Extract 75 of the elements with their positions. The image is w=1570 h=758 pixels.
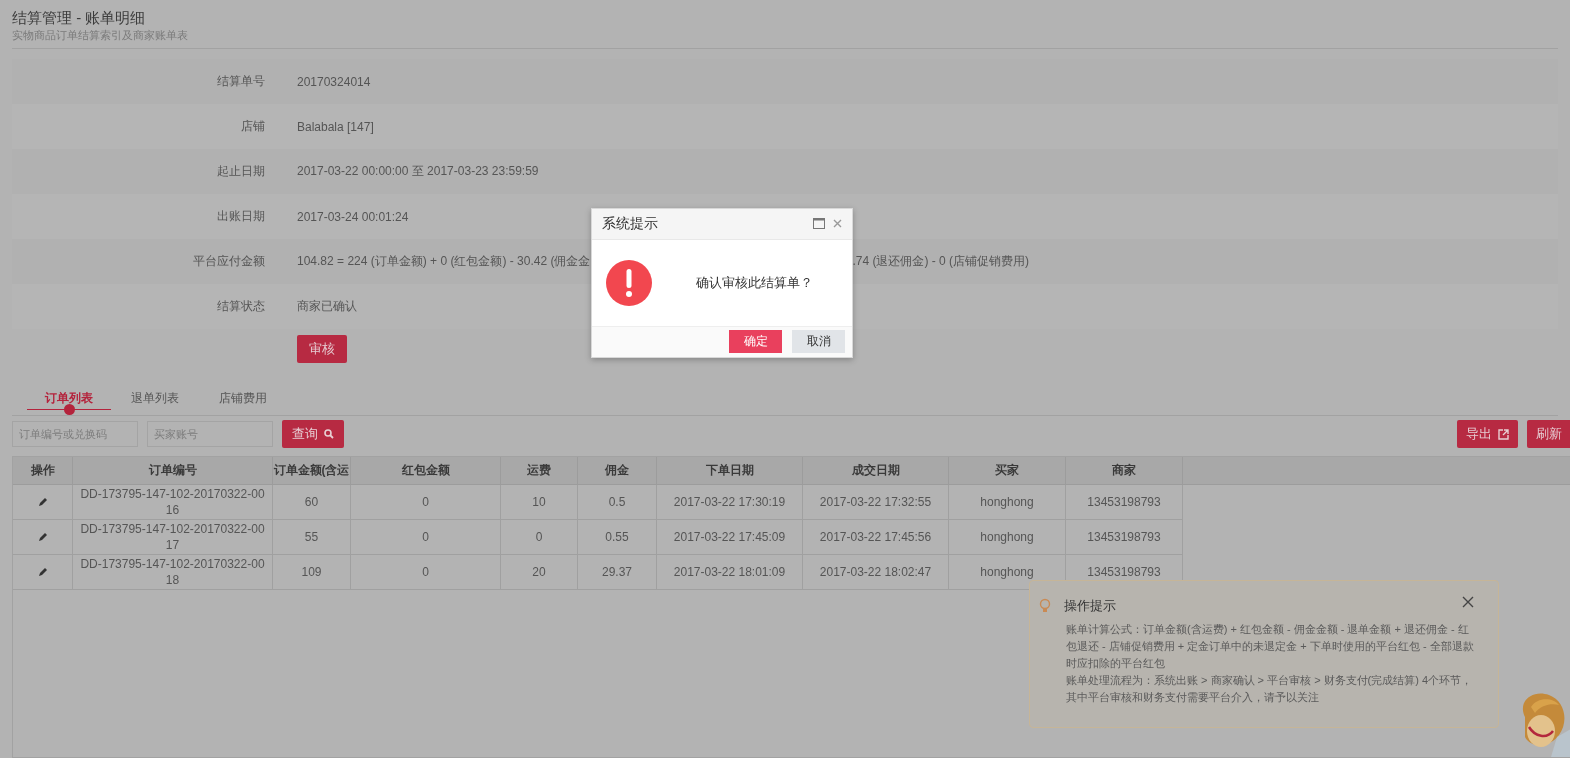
edit-icon[interactable] xyxy=(37,532,48,542)
table-cell: honghong xyxy=(980,530,1034,544)
field-value: 2017-03-22 00:00:00 至 2017-03-23 23:59:59 xyxy=(297,163,539,180)
table-cell: 109 xyxy=(301,565,322,579)
table-cell: 2017-03-22 18:02:47 xyxy=(819,565,932,579)
field-label: 平台应付金额 xyxy=(192,253,266,270)
column-header: 买家 xyxy=(949,457,1066,484)
table-cell: 2017-03-22 17:45:56 xyxy=(819,530,932,544)
column-header: 订单编号 xyxy=(73,457,273,484)
table-cell: 13453198793 xyxy=(1087,565,1161,579)
table-cell: 0 xyxy=(422,530,429,544)
tips-title: 操作提示 xyxy=(1064,597,1116,615)
tab[interactable]: 店铺费用 xyxy=(199,389,287,415)
table-cell: DD-173795-147-102-20170322-0016 xyxy=(79,486,266,518)
audit-button[interactable]: 审核 xyxy=(297,335,347,363)
column-header: 商家 xyxy=(1066,457,1183,484)
table-cell: 0 xyxy=(422,495,429,509)
field-value: 商家已确认 xyxy=(297,298,357,315)
field-label: 起止日期 xyxy=(216,163,266,180)
edit-icon[interactable] xyxy=(37,567,48,577)
search-button[interactable]: 查询 xyxy=(282,420,344,448)
table-cell: 0 xyxy=(422,565,429,579)
table-cell: 2017-03-22 17:30:19 xyxy=(673,495,786,509)
table-cell: 2017-03-22 17:45:09 xyxy=(673,530,786,544)
field-label: 店铺 xyxy=(240,118,266,135)
external-link-icon xyxy=(1498,428,1509,440)
edit-icon[interactable] xyxy=(37,497,48,507)
field-value: 104.82 = 224 (订单金额) + 0 (红包金额) - 30.42 (佣金金 xyxy=(297,253,591,270)
cancel-button[interactable]: 取消 xyxy=(792,330,846,353)
column-header: 成交日期 xyxy=(803,457,949,484)
maximize-icon[interactable] xyxy=(813,218,826,229)
table-cell: honghong xyxy=(980,565,1034,579)
table-cell: 0.5 xyxy=(608,495,626,509)
tips-text: 账单计算公式：订单金额(含运费) + 红包金额 - 佣金金额 - 退单金额 + 退还佣金 - 红包退还 - 店铺促销费用 + 定金订单中的未退定金 + 下单时使用的平台红包 - 全部退款时应扣除的平台红包 xyxy=(1066,622,1474,671)
close-icon[interactable] xyxy=(1462,596,1474,608)
column-header: 佣金 xyxy=(578,457,657,484)
table-cell: 13453198793 xyxy=(1087,530,1161,544)
refresh-button[interactable]: 刷新 xyxy=(1527,420,1570,448)
dialog-title: 系统提示 xyxy=(602,214,659,233)
field-label: 出账日期 xyxy=(216,208,266,225)
export-button[interactable]: 导出 xyxy=(1457,420,1518,448)
field-label: 结算状态 xyxy=(216,298,266,315)
column-header: 运费 xyxy=(501,457,578,484)
tab[interactable]: 退单列表 xyxy=(111,389,199,415)
field-value: 20170324014 xyxy=(297,74,371,89)
table-cell: honghong xyxy=(980,495,1034,509)
table-cell: 13453198793 xyxy=(1087,495,1161,509)
field-value: Balabala [147] xyxy=(297,119,374,134)
table-cell: 0 xyxy=(535,530,543,544)
column-header: 下单日期 xyxy=(657,457,803,484)
field-value: .74 (退还佣金) - 0 (店铺促销费用) xyxy=(852,253,1030,270)
table-cell: 55 xyxy=(304,530,319,544)
table-cell: DD-173795-147-102-20170322-0017 xyxy=(79,521,266,553)
search-icon xyxy=(324,429,334,439)
table-cell: 20 xyxy=(532,565,546,579)
column-header: 操作 xyxy=(13,457,73,484)
table-cell: 10 xyxy=(532,495,546,509)
page-title: 结算管理 - 账单明细 xyxy=(12,8,147,28)
lightbulb-icon xyxy=(1038,598,1052,614)
column-header: 订单金额(含运 xyxy=(273,457,351,484)
table-cell: 60 xyxy=(304,495,319,509)
tab[interactable]: 订单列表 xyxy=(27,389,111,415)
dialog-message: 确认审核此结算单？ xyxy=(696,273,814,292)
confirm-button[interactable]: 确定 xyxy=(729,330,783,353)
column-header: 红包金额 xyxy=(351,457,501,484)
table-cell: 29.37 xyxy=(602,565,632,579)
table-cell: 2017-03-22 17:32:55 xyxy=(819,495,932,509)
table-cell: 2017-03-22 18:01:09 xyxy=(673,565,786,579)
field-value: 2017-03-24 00:01:24 xyxy=(297,209,409,224)
table-cell: DD-173795-147-102-20170322-0018 xyxy=(79,556,266,588)
table-cell: 0.55 xyxy=(605,530,629,544)
field-label: 结算单号 xyxy=(216,73,266,90)
close-icon[interactable] xyxy=(833,219,843,228)
tips-text: 账单处理流程为：系统出账 > 商家确认 > 平台审核 > 财务支付(完成结算) 4个环节，其中平台审核和财务支付需要平台介入，请予以关注 xyxy=(1066,673,1474,705)
warning-icon xyxy=(606,259,653,306)
